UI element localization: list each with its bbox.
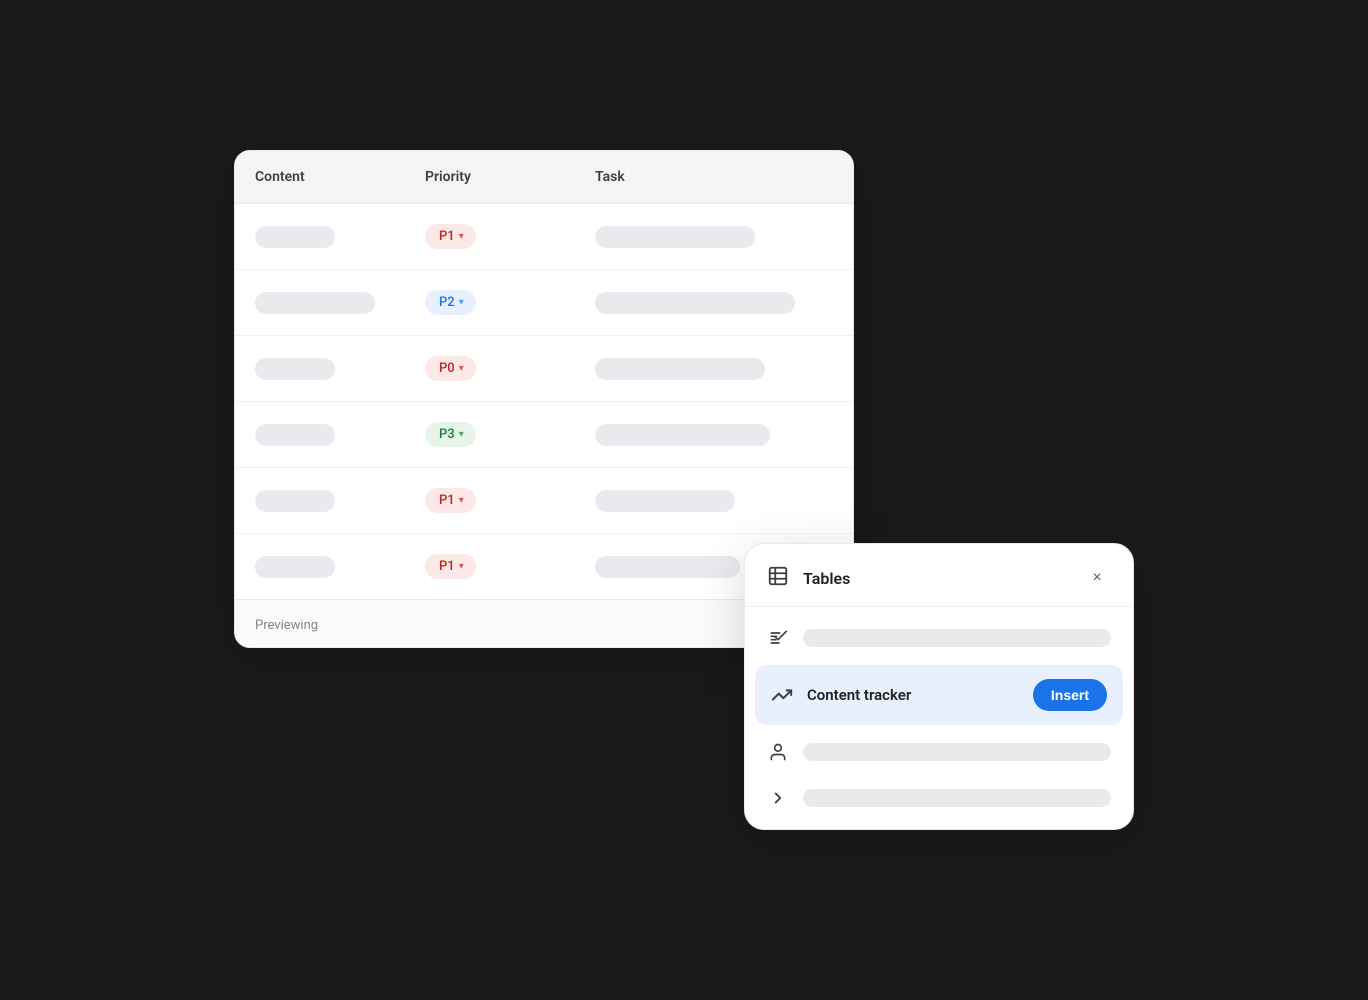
content-placeholder xyxy=(255,424,335,446)
previewing-label: Previewing xyxy=(255,618,318,633)
content-placeholder xyxy=(255,226,335,248)
checklist-icon xyxy=(767,627,789,649)
content-placeholder xyxy=(255,556,335,578)
popup-item-person[interactable] xyxy=(745,729,1133,775)
cell-task xyxy=(575,282,853,324)
chevron-down-icon: ▾ xyxy=(459,363,464,374)
table-icon xyxy=(767,565,793,591)
table-row: P2 ▾ xyxy=(235,270,853,336)
col-header-priority: Priority xyxy=(405,151,575,203)
cell-task xyxy=(575,480,853,522)
col-header-content: Content xyxy=(235,151,405,203)
chevron-down-icon: ▾ xyxy=(459,495,464,506)
chevron-right-icon xyxy=(767,787,789,809)
task-placeholder xyxy=(595,226,755,248)
cell-content xyxy=(235,546,405,588)
popup-header: Tables × xyxy=(745,544,1133,607)
popup-item-content-tracker[interactable]: Content tracker Insert xyxy=(755,665,1123,725)
content-placeholder xyxy=(255,358,335,380)
popup-item-checklist[interactable] xyxy=(745,615,1133,661)
table-row: P1 ▾ xyxy=(235,468,853,534)
popup-title: Tables xyxy=(803,569,850,588)
checklist-placeholder xyxy=(803,629,1111,647)
table-row: P0 ▾ xyxy=(235,336,853,402)
cell-priority[interactable]: P0 ▾ xyxy=(405,346,575,391)
task-placeholder xyxy=(595,556,740,578)
chevron-down-icon: ▾ xyxy=(459,429,464,440)
chevron-down-icon: ▾ xyxy=(459,561,464,572)
cell-task xyxy=(575,414,853,456)
table-row: P1 ▾ xyxy=(235,204,853,270)
task-placeholder xyxy=(595,292,795,314)
popup-list: Content tracker Insert xyxy=(745,607,1133,829)
priority-badge-p2[interactable]: P2 ▾ xyxy=(425,290,476,315)
cell-priority[interactable]: P1 ▾ xyxy=(405,544,575,589)
table-row: P3 ▾ xyxy=(235,402,853,468)
content-tracker-label: Content tracker xyxy=(807,686,1021,704)
chevron-down-icon: ▾ xyxy=(459,231,464,242)
trending-icon xyxy=(771,684,793,706)
arrow-placeholder xyxy=(803,789,1111,807)
person-placeholder xyxy=(803,743,1111,761)
table-body: P1 ▾ P2 ▾ xyxy=(235,204,853,599)
priority-badge-p1[interactable]: P1 ▾ xyxy=(425,224,476,249)
col-header-task: Task xyxy=(575,151,853,203)
cell-priority[interactable]: P2 ▾ xyxy=(405,280,575,325)
content-placeholder xyxy=(255,490,335,512)
arrow-text-area xyxy=(803,789,1111,807)
cell-task xyxy=(575,216,853,258)
table-header: Content Priority Task xyxy=(235,151,853,204)
cell-priority[interactable]: P1 ▾ xyxy=(405,478,575,523)
priority-badge-p0[interactable]: P0 ▾ xyxy=(425,356,476,381)
person-text-area xyxy=(803,743,1111,761)
cell-content xyxy=(235,480,405,522)
person-icon xyxy=(767,741,789,763)
popup-title-area: Tables xyxy=(767,565,850,591)
task-placeholder xyxy=(595,358,765,380)
insert-button[interactable]: Insert xyxy=(1033,679,1107,711)
cell-content xyxy=(235,348,405,390)
content-tracker-text-area: Content tracker Insert xyxy=(807,679,1107,711)
checklist-text-area xyxy=(803,629,1111,647)
close-button[interactable]: × xyxy=(1083,564,1111,592)
task-placeholder xyxy=(595,424,770,446)
cell-task xyxy=(575,348,853,390)
cell-content xyxy=(235,282,405,324)
popup-item-arrow[interactable] xyxy=(745,775,1133,821)
task-placeholder xyxy=(595,490,735,512)
popup-panel: Tables × xyxy=(744,543,1134,830)
cell-content xyxy=(235,216,405,258)
cell-content xyxy=(235,414,405,456)
priority-badge-p3[interactable]: P3 ▾ xyxy=(425,422,476,447)
priority-badge-p1[interactable]: P1 ▾ xyxy=(425,488,476,513)
content-placeholder xyxy=(255,292,375,314)
cell-priority[interactable]: P1 ▾ xyxy=(405,214,575,259)
cell-priority[interactable]: P3 ▾ xyxy=(405,412,575,457)
priority-badge-p1[interactable]: P1 ▾ xyxy=(425,554,476,579)
chevron-down-icon: ▾ xyxy=(459,297,464,308)
